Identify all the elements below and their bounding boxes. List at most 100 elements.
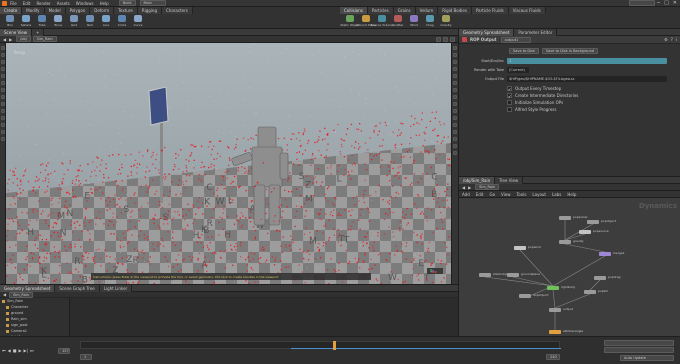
gear-icon[interactable]: ⚙ <box>664 37 668 42</box>
net-menu-layout[interactable]: Layout <box>532 192 546 197</box>
node-body[interactable] <box>559 240 571 244</box>
stop-icon[interactable]: ■ <box>13 348 17 353</box>
outliner-tab-scene-graph-tree[interactable]: Scene Graph Tree <box>55 284 100 292</box>
param-check-create-intermediate-directories[interactable]: ✔ Create Intermediate Directories <box>459 92 680 99</box>
network-node-output[interactable]: output <box>549 307 573 312</box>
net-tab-tree-view[interactable]: Tree View <box>495 176 524 184</box>
help-icon[interactable]: ? <box>671 37 673 42</box>
viewport-tool-icon[interactable] <box>1 102 5 106</box>
network-node-popsolver[interactable]: popsolver <box>559 215 588 220</box>
node-body[interactable] <box>587 220 599 224</box>
param-check-alfred-style-progress[interactable]: Alfred Style Progress <box>459 106 680 113</box>
node-body[interactable] <box>549 330 561 334</box>
tool-drag[interactable]: Drag <box>423 14 437 27</box>
network-path[interactable]: Sim_Rain <box>475 184 500 190</box>
auto-update-button[interactable]: Auto Update <box>620 355 674 361</box>
network-node-popdrag[interactable]: popdrag <box>594 275 621 280</box>
key-all-button[interactable] <box>604 340 674 346</box>
viewport-tool-icon[interactable] <box>1 74 5 78</box>
shelf-tab-modify[interactable]: Modify <box>22 6 45 14</box>
maximize-icon[interactable]: □ <box>664 0 669 6</box>
display-tool-icon[interactable] <box>453 109 457 113</box>
pin-icon[interactable] <box>450 36 455 42</box>
checkbox-icon[interactable] <box>507 107 512 112</box>
dyn-shelf-tab-collisions[interactable]: Collisions <box>340 6 368 14</box>
shelf-tab-rigging[interactable]: Rigging <box>137 6 162 14</box>
jump-end-icon[interactable]: ⏭ <box>30 348 34 353</box>
shelf-tab-create[interactable]: Create <box>0 6 23 14</box>
tool-line[interactable]: Line <box>99 14 113 27</box>
timeline-playhead[interactable] <box>333 341 336 350</box>
tool-grid[interactable]: Grid <box>67 14 81 27</box>
checkbox-icon[interactable]: ✔ <box>507 93 512 99</box>
param-check-initialize-simulation-ops[interactable]: Initialize Simulation OPs <box>459 99 680 106</box>
net-menu-edit[interactable]: Edit <box>476 192 484 197</box>
net-menu-help[interactable]: Help <box>567 192 576 197</box>
viewport-tool-icon[interactable] <box>1 53 5 57</box>
param-field-start-end-inc[interactable]: 1 <box>507 58 667 64</box>
node-body[interactable] <box>547 286 559 290</box>
display-tool-icon[interactable] <box>453 102 457 106</box>
viewport-tool-icon[interactable] <box>1 95 5 99</box>
viewport-tool-icon[interactable] <box>1 116 5 120</box>
param-field-render-with-take[interactable]: (Current) <box>507 67 529 73</box>
node-body[interactable] <box>579 230 591 234</box>
viewport-tool-icon[interactable] <box>1 81 5 85</box>
net-back-icon[interactable]: ◀ <box>462 185 465 190</box>
forward-arrow-icon[interactable]: ▶ <box>9 37 12 42</box>
display-tool-icon[interactable] <box>453 144 457 148</box>
display-tool-icon[interactable] <box>453 130 457 134</box>
network-node-popkill[interactable]: popkill <box>584 289 608 294</box>
menu-edit[interactable]: Edit <box>23 1 31 6</box>
node-body[interactable] <box>479 273 491 277</box>
node-body[interactable] <box>549 308 561 312</box>
play-icon[interactable]: ▶ <box>18 348 21 353</box>
menu-render[interactable]: Render <box>36 1 50 6</box>
viewport-tool-icon[interactable] <box>1 137 5 141</box>
node-body[interactable] <box>584 290 596 294</box>
tool-circle[interactable]: Circle <box>115 14 129 27</box>
network-canvas[interactable]: Dynamics popsolver popobject popsource grav… <box>459 198 680 337</box>
tool-box[interactable]: Box <box>3 14 17 27</box>
node-body[interactable] <box>514 246 526 250</box>
node-body[interactable] <box>559 216 571 220</box>
display-tool-icon[interactable] <box>453 46 457 50</box>
node-body[interactable] <box>507 273 519 277</box>
tab-add-icon[interactable]: + <box>31 28 45 36</box>
back-arrow-icon[interactable]: ◀ <box>3 37 6 42</box>
viewport-tool-icon[interactable] <box>1 88 5 92</box>
display-tool-icon[interactable] <box>453 116 457 120</box>
param-tab-parameter-editor[interactable]: Parameter Editor <box>514 28 558 36</box>
network-node-rigidbody[interactable]: rigidbody <box>547 285 575 290</box>
node-name-field[interactable]: output1 <box>500 36 531 43</box>
tool-scatter[interactable]: Scatter <box>391 14 405 27</box>
network-node-popsource[interactable]: popsource <box>579 229 609 234</box>
path-obj[interactable]: /obj <box>16 36 31 42</box>
tool-curve[interactable]: Curve <box>131 14 145 27</box>
net-menu-add[interactable]: Add <box>462 192 470 197</box>
tool-gravity[interactable]: Gravity <box>439 14 453 27</box>
param-tab-geometry-spreadsheet[interactable]: Geometry Spreadsheet <box>459 28 515 36</box>
tool-source-volume[interactable]: Source Volume <box>371 14 393 27</box>
display-tool-icon[interactable] <box>453 81 457 85</box>
menu-windows[interactable]: Windows <box>76 1 94 6</box>
dyn-shelf-tab-grains[interactable]: Grains <box>393 6 416 14</box>
tab-scene-view[interactable]: Scene View <box>0 28 32 36</box>
dyn-shelf-tab-particles[interactable]: Particles <box>367 6 394 14</box>
tool-tube[interactable]: Tube <box>35 14 49 27</box>
viewport-tool-icon[interactable] <box>1 60 5 64</box>
tool-null[interactable]: Null <box>83 14 97 27</box>
viewport-tool-icon[interactable] <box>1 123 5 127</box>
minimize-icon[interactable]: ─ <box>657 0 660 6</box>
net-menu-labs[interactable]: Labs <box>552 192 561 197</box>
display-tool-icon[interactable] <box>453 151 457 155</box>
network-node-merge1[interactable]: merge1 <box>599 251 625 256</box>
dyn-shelf-tab-particle-fluids[interactable]: Particle Fluids <box>471 6 509 14</box>
display-tool-icon[interactable] <box>453 74 457 78</box>
network-node-groundplane[interactable]: groundplane <box>507 272 540 277</box>
dyn-shelf-tab-rigid-bodies[interactable]: Rigid Bodies <box>438 6 472 14</box>
desktop-dropdown[interactable]: Main <box>139 0 166 6</box>
outliner-back-icon[interactable]: ◀ <box>3 292 6 297</box>
viewport-tool-icon[interactable] <box>1 67 5 71</box>
display-option-icon[interactable] <box>443 36 448 42</box>
